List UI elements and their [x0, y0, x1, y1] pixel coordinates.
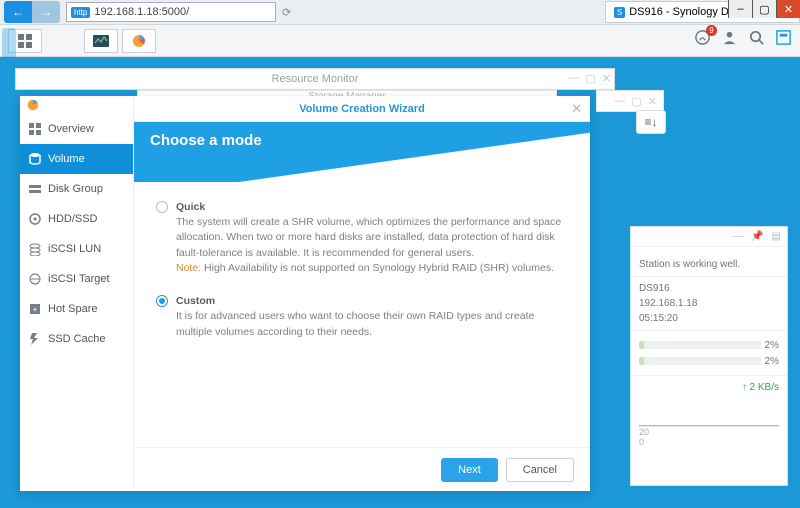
quick-label: Quick: [176, 200, 568, 215]
notifications-button[interactable]: [694, 29, 711, 51]
os-maximize-button[interactable]: ▢: [752, 0, 776, 18]
taskbar-activity-button[interactable]: [84, 29, 118, 53]
cancel-button[interactable]: Cancel: [506, 458, 574, 482]
volume-icon: [28, 152, 42, 166]
bg-resource-monitor-title: Resource Monitor: [272, 73, 359, 85]
desktop-left-rail: [2, 28, 16, 506]
wizard-hero: Choose a mode: [134, 122, 590, 182]
volume-creation-wizard: Volume Creation Wizard ✕ Choose a mode Q…: [134, 96, 590, 491]
status-time: 05:15:20: [639, 313, 779, 324]
note-label: Note:: [176, 262, 201, 274]
sidebar-label: SSD Cache: [48, 333, 105, 345]
cpu-pct: 2%: [765, 340, 779, 351]
status-widget: — 📌 ▤ Station is working well. DS916 192…: [630, 226, 788, 486]
iscsi-lun-icon: [28, 242, 42, 256]
overview-icon: [28, 122, 42, 136]
svg-text:+: +: [33, 305, 38, 314]
sidebar-label: Volume: [48, 153, 85, 165]
sidebar-label: iSCSI LUN: [48, 243, 101, 255]
refresh-icon[interactable]: ⟳: [282, 6, 291, 19]
filter-sort-button[interactable]: ≡↓: [636, 110, 666, 134]
hdd-icon: [28, 212, 42, 226]
user-button[interactable]: [721, 29, 738, 51]
bg-storage-manager-controls: —▢✕: [596, 90, 664, 112]
status-model: DS916: [639, 283, 779, 294]
bg-resource-monitor-header: Resource Monitor — ▢ ✕: [15, 68, 615, 90]
radio-quick[interactable]: [156, 201, 168, 213]
widget-pin-icon[interactable]: 📌: [751, 231, 763, 242]
storage-manager-window: Overview Volume Disk Group HDD/SSD iSCSI…: [20, 96, 590, 491]
quick-desc: The system will create a SHR volume, whi…: [176, 215, 568, 261]
protocol-badge: http: [71, 7, 90, 18]
sidebar-item-ssd-cache[interactable]: SSD Cache: [20, 324, 133, 354]
sidebar-label: Overview: [48, 123, 94, 135]
wizard-heading: Choose a mode: [150, 132, 262, 149]
nav-back-button[interactable]: ←: [4, 1, 32, 23]
disk-group-icon: [28, 182, 42, 196]
sidebar-item-volume[interactable]: Volume: [20, 144, 133, 174]
iscsi-target-icon: [28, 272, 42, 286]
sidebar-label: Disk Group: [48, 183, 103, 195]
rm-minimize-icon[interactable]: —: [568, 72, 579, 85]
rm-close-icon[interactable]: ✕: [602, 72, 611, 85]
wizard-close-icon[interactable]: ✕: [571, 101, 582, 117]
widget-minimize-icon[interactable]: —: [733, 231, 743, 242]
browser-chrome: ← → http 192.168.1.18:5000/ ⟳ S DS916 - …: [0, 0, 800, 25]
sidebar-label: iSCSI Target: [48, 273, 110, 285]
address-bar[interactable]: http 192.168.1.18:5000/: [66, 2, 276, 22]
os-close-button[interactable]: ✕: [776, 0, 800, 18]
custom-desc: It is for advanced users who want to cho…: [176, 309, 568, 339]
widgets-button[interactable]: [775, 29, 792, 51]
mode-quick-row[interactable]: Quick The system will create a SHR volum…: [156, 200, 568, 276]
search-button[interactable]: [748, 29, 765, 51]
sidebar-item-disk-group[interactable]: Disk Group: [20, 174, 133, 204]
status-text: Station is working well.: [639, 259, 779, 270]
taskbar-storage-button[interactable]: [122, 29, 156, 53]
sidebar-item-iscsi-lun[interactable]: iSCSI LUN: [20, 234, 133, 264]
sidebar-item-hdd-ssd[interactable]: HDD/SSD: [20, 204, 133, 234]
radio-custom[interactable]: [156, 295, 168, 307]
sidebar-label: Hot Spare: [48, 303, 98, 315]
os-minimize-button[interactable]: –: [728, 0, 752, 18]
ssd-cache-icon: [28, 332, 42, 346]
rm-maximize-icon[interactable]: ▢: [585, 72, 595, 85]
hot-spare-icon: +: [28, 302, 42, 316]
custom-label: Custom: [176, 294, 568, 309]
nav-forward-button[interactable]: →: [32, 1, 60, 23]
url-text: 192.168.1.18:5000/: [94, 6, 189, 18]
storage-app-icon: [20, 96, 133, 114]
sidebar-item-overview[interactable]: Overview: [20, 114, 133, 144]
note-text: High Availability is not supported on Sy…: [201, 262, 554, 274]
net-indicator: ↑ 2 KB/s: [639, 382, 779, 393]
status-ip: 192.168.1.18: [639, 298, 779, 309]
storage-sidebar: Overview Volume Disk Group HDD/SSD iSCSI…: [20, 96, 134, 491]
next-button[interactable]: Next: [441, 458, 498, 482]
sidebar-label: HDD/SSD: [48, 213, 98, 225]
ram-pct: 2%: [765, 356, 779, 367]
favicon: S: [614, 7, 625, 18]
widget-expand-icon[interactable]: ▤: [772, 231, 781, 242]
sidebar-item-iscsi-target[interactable]: iSCSI Target: [20, 264, 133, 294]
dsm-toolbar: [0, 25, 800, 57]
wizard-title: Volume Creation Wizard: [134, 96, 590, 122]
sidebar-item-hot-spare[interactable]: + Hot Spare: [20, 294, 133, 324]
mode-custom-row[interactable]: Custom It is for advanced users who want…: [156, 294, 568, 340]
